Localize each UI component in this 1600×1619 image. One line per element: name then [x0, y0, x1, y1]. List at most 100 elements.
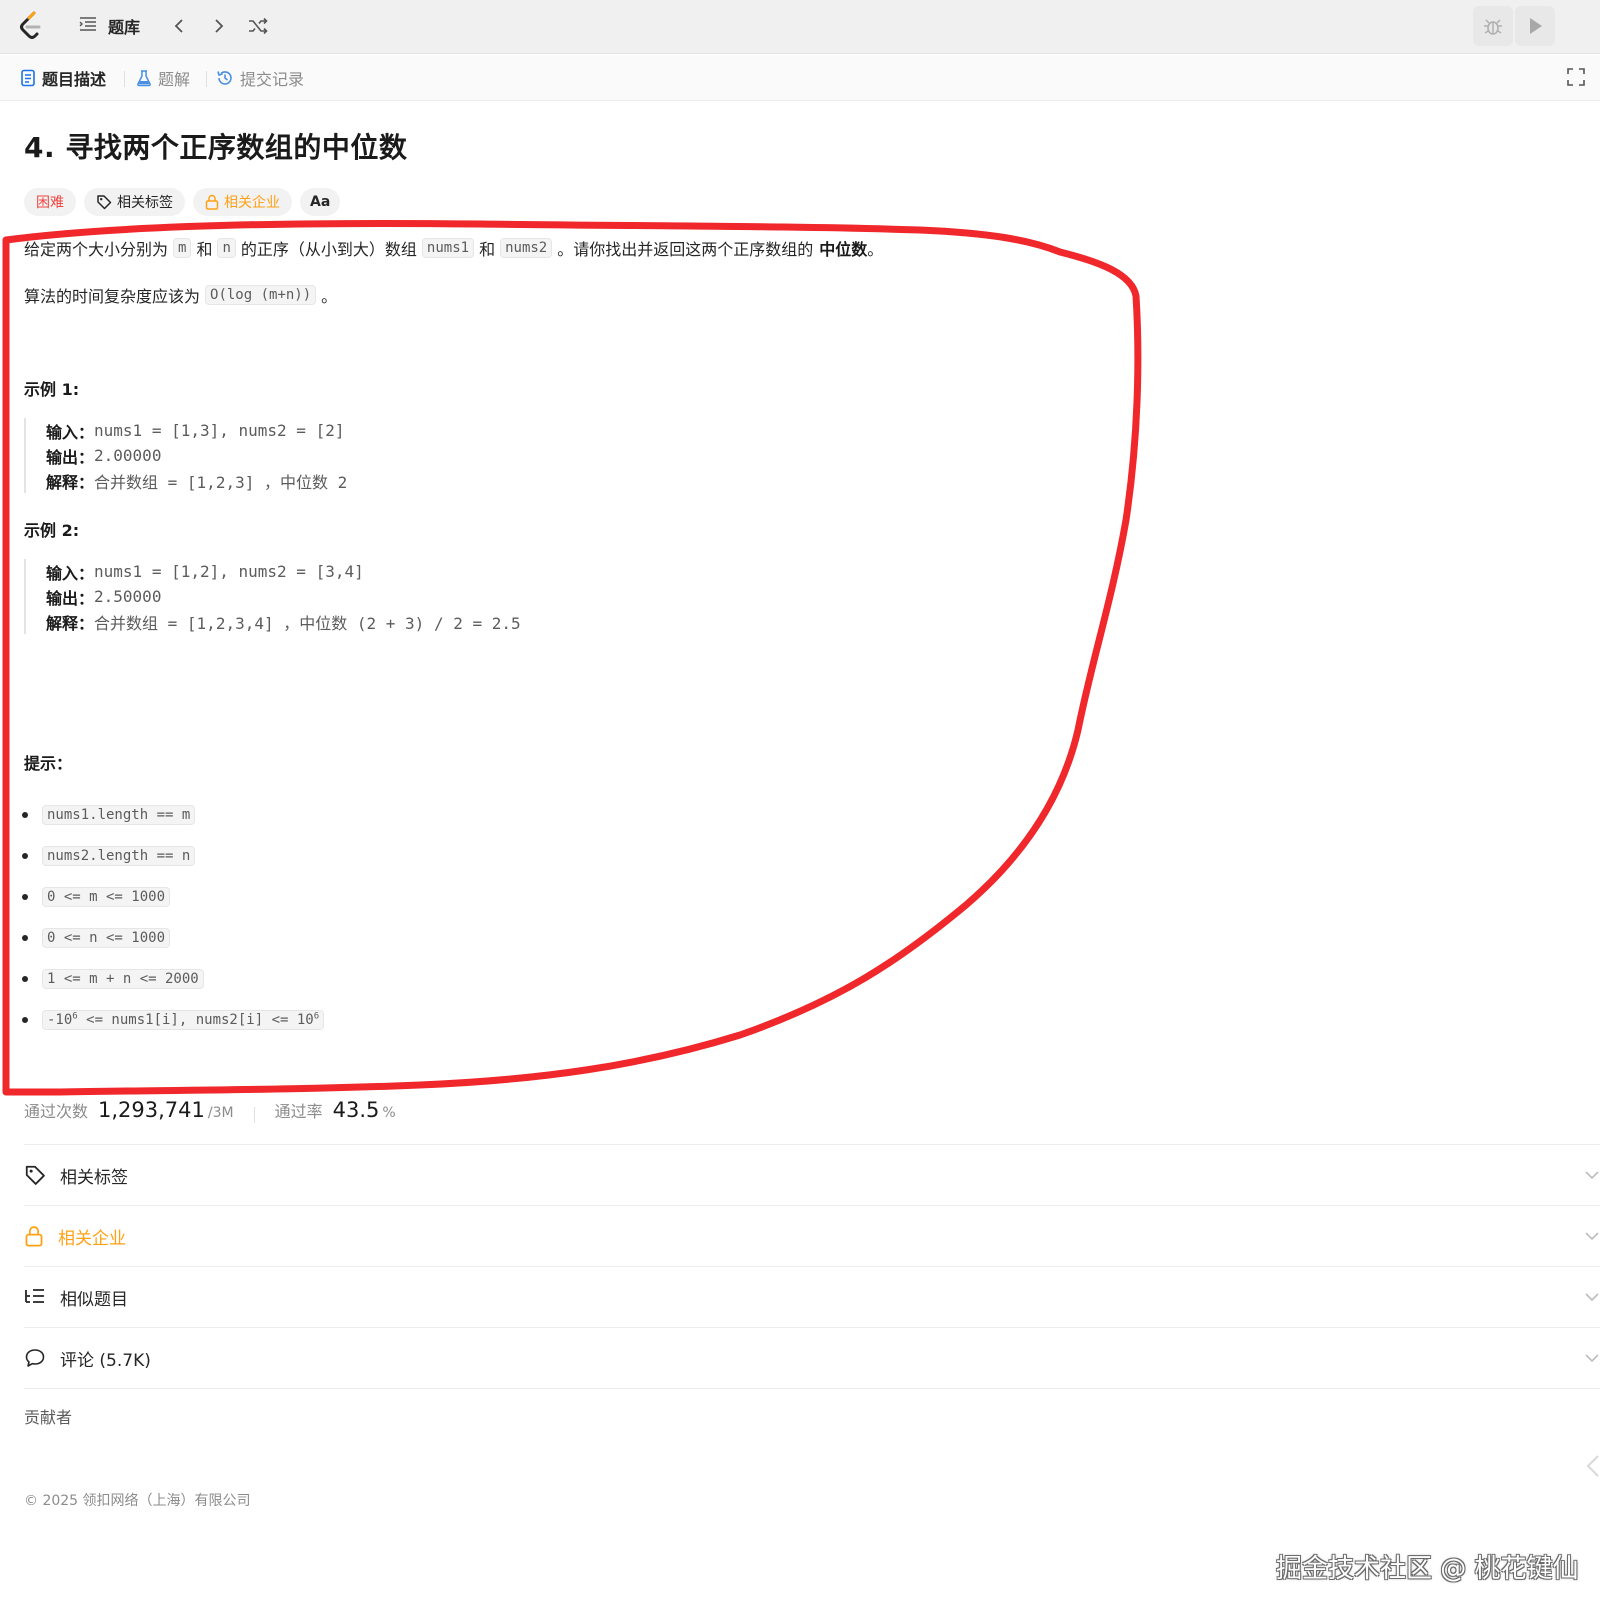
code-text: <= nums1[i], nums2[i] <= 10 — [77, 1011, 314, 1028]
code-text: -10 — [47, 1011, 73, 1028]
company-badge-label: 相关企业 — [224, 195, 280, 211]
inline-code: -106 <= nums1[i], nums2[i] <= 106 — [42, 1009, 325, 1030]
expand-icon — [1567, 68, 1585, 86]
example-explanation: 解释： 合并数组 = [1,2,3] ，中位数 2 — [46, 468, 724, 493]
section-label: 相关企业 — [58, 1228, 126, 1249]
chevron-down-icon — [1585, 1232, 1599, 1241]
run-button[interactable] — [1515, 6, 1555, 46]
example-explanation: 解释： 合并数组 = [1,2,3,4] ，中位数 (2 + 3) / 2 = … — [46, 609, 724, 634]
translate-badge[interactable]: Aa — [300, 188, 341, 216]
inline-code: 1 <= m + n <= 2000 — [42, 968, 204, 989]
explanation-label: 解释： — [46, 613, 95, 633]
text: 。请你找出并返回这两个正序数组的 — [557, 240, 814, 259]
company-badge[interactable]: 相关企业 — [193, 188, 292, 216]
list-item: nums1.length == m — [22, 794, 329, 835]
tags-badge[interactable]: 相关标签 — [84, 188, 185, 216]
inline-code: nums2.length == n — [42, 845, 196, 866]
text: 算法的时间复杂度应该为 — [24, 287, 201, 306]
list-item: 0 <= m <= 1000 — [22, 876, 329, 917]
chevron-left-icon — [174, 19, 183, 33]
problem-badges: 困难 相关标签 相关企业 Aa — [24, 188, 341, 216]
bullet — [22, 975, 28, 982]
example-input: 输入： nums1 = [1,3], nums2 = [2] — [46, 418, 724, 443]
example-2-block: 输入： nums1 = [1,2], nums2 = [3,4] 输出： 2.5… — [24, 559, 724, 634]
inline-code: O(log (m+n)) — [205, 285, 317, 305]
text: 给定两个大小分别为 — [24, 240, 169, 259]
example-2-heading: 示例 2: — [24, 521, 80, 540]
text: 。 — [321, 287, 338, 306]
example-output: 输出： 2.50000 — [46, 584, 724, 609]
fullscreen-button[interactable] — [1566, 67, 1590, 91]
list-item: -106 <= nums1[i], nums2[i] <= 106 — [22, 999, 329, 1040]
section-related-companies[interactable]: 相关企业 — [24, 1205, 1600, 1266]
debug-button[interactable] — [1473, 6, 1513, 46]
top-bar: 题库 — [0, 0, 1600, 54]
output-value: 2.00000 — [94, 446, 162, 465]
contributors-expand-icon[interactable] — [1584, 1452, 1600, 1484]
example-input: 输入： nums1 = [1,2], nums2 = [3,4] — [46, 559, 724, 584]
flask-icon — [137, 70, 151, 87]
bullet — [22, 811, 28, 818]
tag-icon — [25, 1165, 45, 1185]
section-label: 相关标签 — [60, 1167, 128, 1188]
chevron-down-icon — [1585, 1354, 1599, 1363]
constraints-heading: 提示： — [24, 754, 73, 773]
divider — [24, 1388, 1600, 1389]
explanation-value: 合并数组 = [1,2,3,4] ，中位数 (2 + 3) / 2 = 2.5 — [94, 613, 521, 633]
list-item: 1 <= m + n <= 2000 — [22, 958, 329, 999]
problem-list-button[interactable]: 题库 — [78, 12, 140, 40]
list-tree-icon — [25, 1289, 44, 1303]
tab-solutions[interactable]: 题解 — [136, 65, 190, 91]
leetcode-logo-icon[interactable] — [18, 10, 44, 42]
strong-text: 中位数 — [819, 240, 868, 259]
stats-divider — [253, 1107, 255, 1123]
explanation-label: 解释： — [46, 472, 95, 492]
section-similar-problems[interactable]: 相似题目 — [24, 1266, 1600, 1327]
section-related-tags[interactable]: 相关标签 — [24, 1144, 1600, 1205]
superscript: 6 — [313, 1010, 320, 1021]
text: 和 — [479, 240, 496, 259]
history-icon — [217, 71, 232, 85]
tags-badge-label: 相关标签 — [117, 195, 173, 211]
text: 。 — [867, 240, 884, 259]
tab-divider — [124, 71, 125, 87]
description-paragraph-2: 算法的时间复杂度应该为 O(log (m+n)) 。 — [24, 283, 337, 307]
constraints-list: nums1.length == m nums2.length == n 0 <=… — [22, 794, 329, 1040]
example-1-block: 输入： nums1 = [1,3], nums2 = [2] 输出： 2.000… — [24, 418, 724, 493]
tab-divider — [206, 71, 207, 87]
prev-problem-button[interactable] — [166, 12, 194, 40]
bullet — [22, 893, 28, 900]
random-problem-button[interactable] — [244, 12, 272, 40]
copyright: © 2025 领扣网络（上海）有限公司 — [24, 1493, 251, 1509]
inline-code: 0 <= n <= 1000 — [42, 927, 171, 948]
section-comments[interactable]: 评论 (5.7K) — [24, 1327, 1600, 1388]
accepted-label: 通过次数 — [24, 1102, 89, 1121]
tab-submissions[interactable]: 提交记录 — [216, 65, 304, 91]
example-output: 输出： 2.00000 — [46, 443, 724, 468]
inline-code: n — [217, 238, 236, 258]
problem-list-label: 题库 — [108, 18, 141, 37]
translate-icon: Aa — [310, 194, 331, 210]
document-icon — [21, 69, 35, 87]
output-label: 输出： — [46, 588, 95, 608]
output-label: 输出： — [46, 447, 95, 467]
rate-label: 通过率 — [274, 1102, 323, 1121]
input-value: nums1 = [1,3], nums2 = [2] — [94, 421, 345, 440]
next-problem-button[interactable] — [204, 12, 232, 40]
comment-icon — [25, 1349, 45, 1367]
list-item: 0 <= n <= 1000 — [22, 917, 329, 958]
input-label: 输入： — [46, 563, 95, 583]
problem-title[interactable]: 4. 寻找两个正序数组的中位数 — [24, 126, 407, 166]
input-label: 输入： — [46, 422, 95, 442]
difficulty-badge: 困难 — [24, 188, 76, 216]
submission-total: /3M — [207, 1105, 234, 1121]
rate-unit: % — [382, 1105, 396, 1121]
tab-description-label: 题目描述 — [42, 70, 107, 89]
tab-bar: 题目描述 题解 提交记录 — [0, 55, 1600, 101]
description-paragraph-1: 给定两个大小分别为 m 和 n 的正序（从小到大）数组 nums1 和 nums… — [24, 236, 883, 260]
contributors-label: 贡献者 — [24, 1408, 73, 1427]
inline-code: nums1.length == m — [42, 804, 196, 825]
bullet — [22, 852, 28, 859]
list-icon — [78, 14, 98, 38]
tab-description[interactable]: 题目描述 — [20, 65, 106, 91]
